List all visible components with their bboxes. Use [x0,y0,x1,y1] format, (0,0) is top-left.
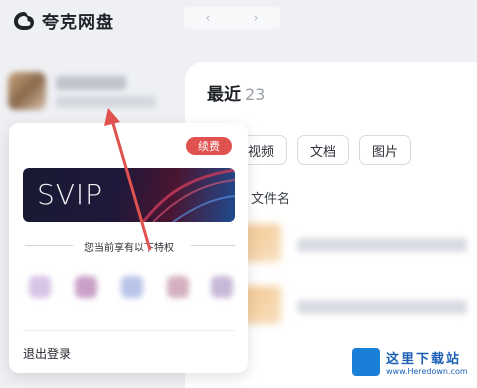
watermark-logo-icon [352,348,380,376]
annotation-arrow [104,108,152,251]
watermark-url: www.Heredown.com [386,367,468,376]
watermark-name: 这里下载站 [386,352,462,367]
watermark: 这里下载站 www.Heredown.com [350,342,477,382]
